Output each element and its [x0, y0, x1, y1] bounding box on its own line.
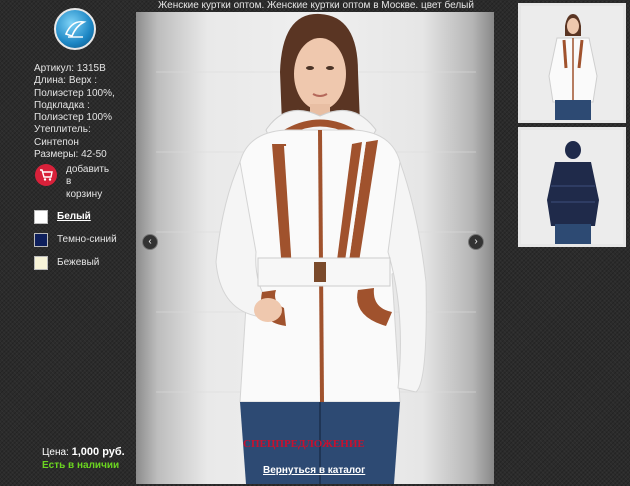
- thumbnail-front[interactable]: [518, 3, 626, 123]
- price: Цена: 1,000 руб.: [42, 446, 125, 458]
- special-offer-label[interactable]: СПЕЦПРЕДЛОЖЕНИЕ: [243, 438, 365, 450]
- product-lining: Полиэстер 100%: [34, 112, 112, 124]
- product-info: Артикул: 1315B Длина: Верх : Полиэстер 1…: [34, 63, 134, 161]
- add-to-cart-label: добавить в корзину: [66, 164, 110, 200]
- cart-icon: [35, 164, 57, 186]
- product-lining-label: Подкладка :: [34, 99, 90, 111]
- color-swatch: [34, 210, 48, 224]
- product-insulation-label: Утеплитель:: [34, 124, 91, 136]
- jacket-model-image: [156, 13, 476, 484]
- color-label: Темно-синий: [57, 234, 117, 245]
- product-article: Артикул: 1315B: [34, 63, 106, 74]
- price-value: 1,000 руб.: [71, 446, 125, 458]
- stock-status: Есть в наличии: [42, 460, 120, 471]
- product-insulation: Синтепон: [34, 136, 79, 148]
- product-length: Длина: Верх :: [34, 75, 98, 87]
- price-label: Цена:: [42, 447, 69, 458]
- page-title: Женские куртки оптом. Женские куртки опт…: [158, 0, 474, 11]
- prev-image-button[interactable]: ‹: [142, 234, 158, 250]
- brand-logo[interactable]: [54, 8, 96, 50]
- add-to-cart-button[interactable]: добавить в корзину: [35, 164, 135, 200]
- color-swatch: [34, 233, 48, 247]
- back-to-catalog-link[interactable]: Вернуться в каталог: [263, 465, 365, 476]
- next-image-button[interactable]: ›: [468, 234, 484, 250]
- thumbnail-front-image: [521, 6, 623, 120]
- product-material: Полиэстер 100%,: [34, 87, 115, 99]
- color-label: Белый: [57, 211, 91, 222]
- product-sizes: Размеры: 42-50: [34, 149, 107, 161]
- brand-logo-icon: [64, 20, 87, 38]
- thumbnail-back[interactable]: [518, 127, 626, 247]
- product-photo[interactable]: ‹ ›: [136, 12, 494, 484]
- thumbnail-back-image: [521, 130, 623, 244]
- color-swatch: [34, 256, 48, 270]
- color-label: Бежевый: [57, 257, 100, 268]
